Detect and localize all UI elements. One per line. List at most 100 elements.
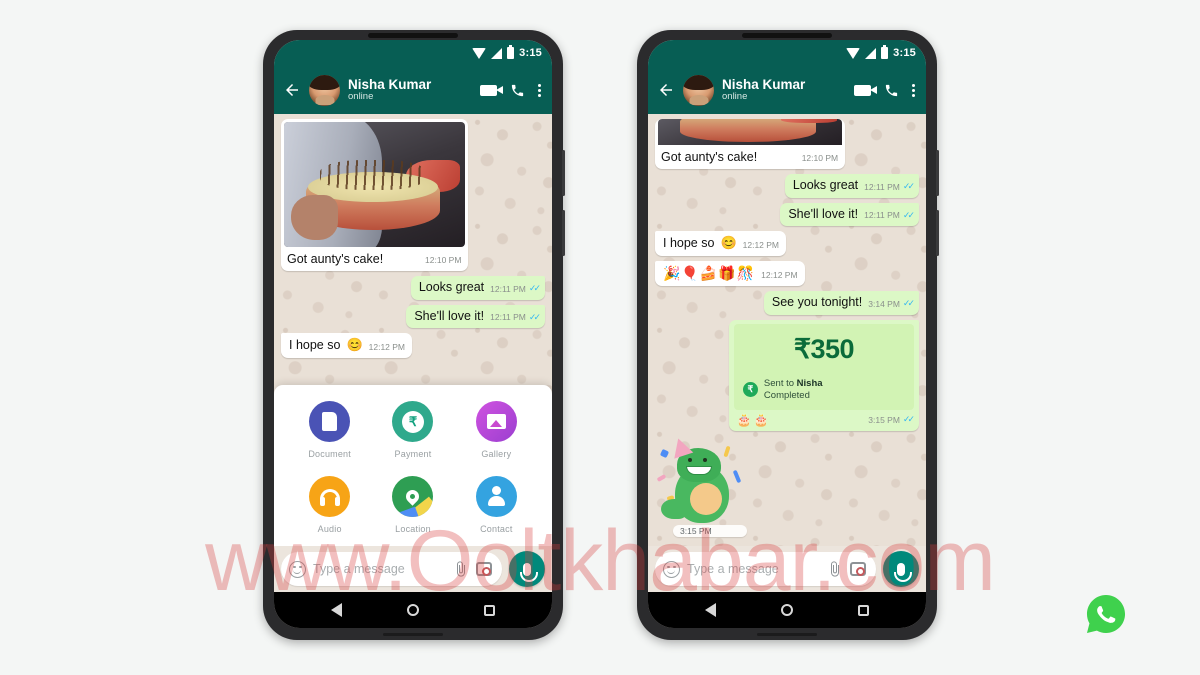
headphones-icon (309, 476, 351, 517)
message-bubble-emoji-row[interactable]: 🎉🎈🍰🎁🎊 12:12 PM (655, 260, 805, 286)
microphone-icon[interactable] (509, 551, 545, 587)
back-arrow-icon[interactable] (283, 81, 301, 99)
phone-call-icon[interactable] (510, 83, 525, 98)
chat-message-list-right[interactable]: Got aunty's cake! 12:10 PM Looks great 1… (648, 114, 926, 546)
message-meta: 3:14 PM ✓✓ (868, 298, 915, 310)
nav-recents-icon[interactable] (858, 604, 870, 616)
chat-message-list-left[interactable]: Got aunty's cake! 12:10 PM Looks great 1… (274, 114, 552, 546)
message-bubble-shell-love-it[interactable]: She'll love it! 12:11 PM ✓✓ (780, 202, 919, 227)
message-text: She'll love it! (414, 308, 485, 323)
more-options-icon[interactable] (538, 83, 541, 97)
power-button[interactable] (936, 210, 939, 256)
attachment-option-audio[interactable]: Audio (288, 476, 371, 534)
message-text: See you tonight! (771, 295, 863, 309)
camera-icon[interactable] (476, 562, 492, 576)
image-message-bubble[interactable]: Got aunty's cake! 12:10 PM (281, 119, 469, 271)
attachment-option-document[interactable]: Document (288, 401, 371, 459)
nav-back-icon[interactable] (704, 603, 716, 617)
phone-screen-right: 3:15 Nisha Kumar online Got aunty's cake… (648, 40, 926, 628)
microphone-icon[interactable] (883, 551, 919, 587)
attachment-option-payment[interactable]: ₹ Payment (371, 401, 454, 459)
smiling-face-emoji: 😊 (720, 235, 737, 251)
message-text: She'll love it! (788, 206, 859, 221)
message-text: Looks great (792, 178, 859, 192)
bottom-speaker (383, 633, 443, 636)
message-meta: 12:11 PM ✓✓ (864, 210, 915, 222)
emoji-icon[interactable] (663, 560, 680, 578)
message-bubble-shell-love-it[interactable]: She'll love it! 12:11 PM ✓✓ (406, 304, 545, 329)
cake-photo[interactable] (284, 122, 466, 247)
more-options-icon[interactable] (912, 83, 915, 97)
message-text: I hope so (289, 337, 341, 352)
payment-footer: 🎂🎂 3:15 PM ✓✓ (734, 410, 915, 428)
image-message-time: 12:10 PM (425, 255, 462, 265)
read-receipt-icon: ✓✓ (902, 298, 915, 309)
search-input[interactable]: Type a message (313, 562, 446, 576)
android-nav-bar (648, 592, 926, 628)
celebration-emoji-row: 🎉🎈🍰🎁🎊 (663, 264, 756, 281)
emoji-icon[interactable] (289, 560, 306, 578)
message-input-pill[interactable]: Type a message (655, 552, 876, 586)
nav-back-icon[interactable] (330, 603, 342, 617)
attachment-option-contact[interactable]: Contact (455, 476, 538, 534)
attachment-option-location[interactable]: Location (371, 476, 454, 534)
phone-call-icon[interactable] (884, 83, 899, 98)
attachment-label: Contact (480, 524, 513, 534)
payment-time: 3:15 PM (868, 414, 900, 425)
avatar[interactable] (683, 74, 714, 106)
payment-meta: 3:15 PM ✓✓ (868, 414, 915, 426)
phone-device-right: 3:15 Nisha Kumar online Got aunty's cake… (637, 30, 939, 640)
volume-button[interactable] (936, 150, 939, 196)
contact-presence: online (348, 91, 374, 103)
image-message-time: 12:10 PM (801, 153, 839, 163)
contact-presence: online (722, 91, 748, 103)
payment-recipient-name: Nisha (796, 377, 823, 389)
paperclip-icon[interactable] (453, 561, 469, 577)
wifi-icon (846, 47, 861, 59)
image-caption-text: Got aunty's cake! (287, 252, 384, 266)
earpiece-speaker (368, 33, 458, 38)
contact-title-block[interactable]: Nisha Kumar online (348, 77, 472, 103)
paperclip-icon[interactable] (827, 561, 843, 577)
nav-home-icon[interactable] (406, 604, 419, 616)
power-button[interactable] (562, 210, 565, 256)
message-time: 12:12 PM (742, 239, 780, 250)
payment-card: ₹350 ₹ Sent to Nisha Completed (733, 323, 914, 411)
status-bar-time: 3:15 (893, 47, 916, 59)
video-call-icon[interactable] (854, 84, 877, 96)
contact-name: Nisha Kumar (348, 77, 432, 93)
message-bubble-i-hope-so[interactable]: I hope so 😊 12:12 PM (281, 333, 413, 358)
contact-title-block[interactable]: Nisha Kumar online (722, 77, 846, 103)
search-input[interactable]: Type a message (687, 562, 820, 576)
attachment-label: Location (395, 524, 431, 534)
message-bubble-looks-great[interactable]: Looks great 12:11 PM ✓✓ (784, 174, 919, 198)
payment-status-lines: Sent to Nisha Completed (764, 378, 823, 402)
payment-message-bubble[interactable]: ₹350 ₹ Sent to Nisha Completed 🎂🎂 3:15 P… (728, 319, 919, 432)
attachment-option-gallery[interactable]: Gallery (455, 401, 538, 459)
document-icon (309, 401, 351, 442)
attachment-sheet[interactable]: Document ₹ Payment Gallery Audio Locatio… (274, 385, 552, 546)
payment-recipient-line: Sent to Nisha (764, 378, 823, 390)
nav-home-icon[interactable] (780, 604, 793, 616)
image-caption-row: Got aunty's cake! 12:10 PM (284, 247, 465, 271)
camera-icon[interactable] (850, 562, 866, 576)
status-bar: 3:15 (274, 40, 552, 66)
image-message-bubble[interactable]: Got aunty's cake! 12:10 PM (655, 119, 846, 169)
bottom-speaker (757, 633, 817, 636)
video-call-icon[interactable] (480, 84, 503, 96)
image-caption-row: Got aunty's cake! 12:10 PM (658, 145, 842, 169)
wifi-icon (472, 47, 487, 59)
message-bubble-see-you-tonight[interactable]: See you tonight! 3:14 PM ✓✓ (763, 291, 919, 315)
volume-button[interactable] (562, 150, 565, 196)
image-caption-text: Got aunty's cake! (661, 150, 758, 164)
message-bubble-i-hope-so[interactable]: I hope so 😊 12:12 PM (655, 231, 787, 256)
message-meta: 12:11 PM ✓✓ (490, 283, 541, 295)
message-input-pill[interactable]: Type a message (281, 552, 502, 586)
sticker-message[interactable]: 3:15 PM (655, 435, 747, 538)
status-bar-time: 3:15 (519, 47, 542, 59)
avatar[interactable] (309, 74, 340, 106)
message-bubble-looks-great[interactable]: Looks great 12:11 PM ✓✓ (410, 276, 545, 300)
nav-recents-icon[interactable] (484, 604, 496, 616)
back-arrow-icon[interactable] (657, 81, 675, 99)
chat-app-bar: Nisha Kumar online (274, 66, 552, 114)
